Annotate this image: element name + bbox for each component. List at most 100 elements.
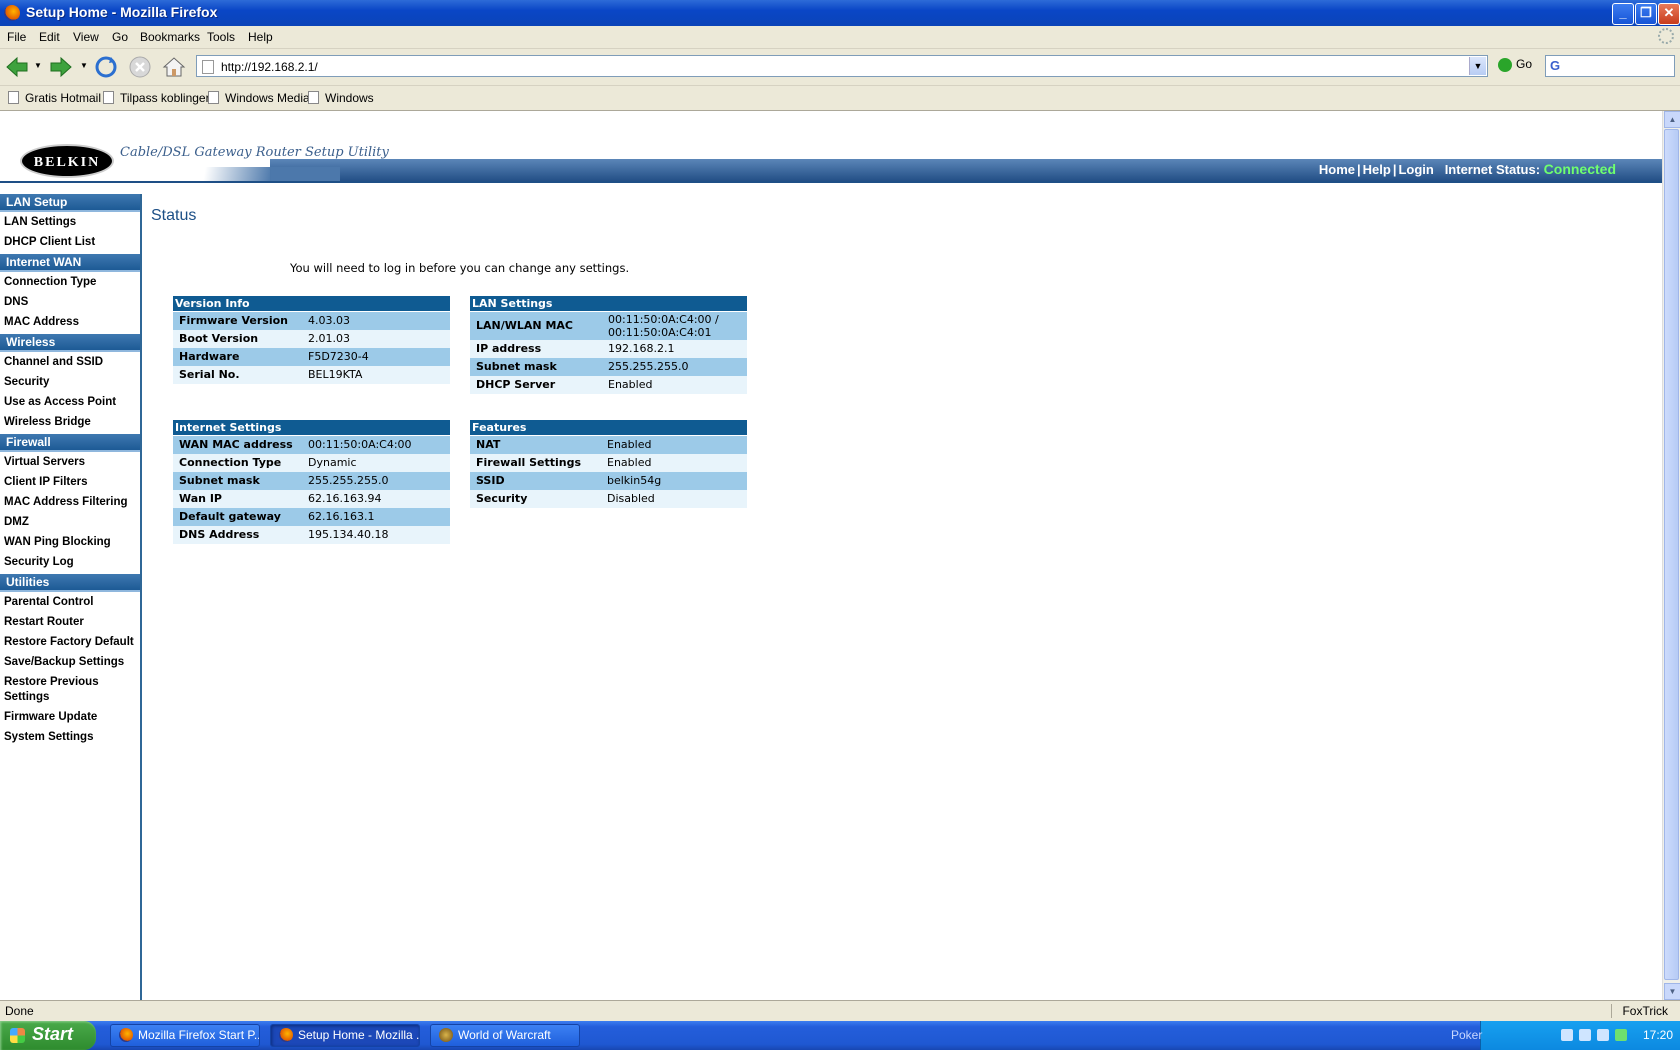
bookmark-tilpass-koblinger[interactable]: Tilpass koblinger [103,91,210,105]
features-title: Features [470,420,747,436]
forward-dropdown-icon[interactable]: ▼ [80,61,88,70]
tray-network-icon[interactable] [1561,1029,1573,1041]
bookmark-icon [8,91,19,104]
sidebar-item-use-as-access-point[interactable]: Use as Access Point [0,392,140,412]
page-title: Status [151,207,197,224]
tray-wireless-icon[interactable] [1615,1029,1627,1041]
sidebar-section-wireless: Wireless [0,334,140,352]
sidebar-item-mac-address[interactable]: MAC Address [0,312,140,332]
start-button[interactable]: Start [0,1021,96,1050]
foxtrick-status[interactable]: FoxTrick [1611,1004,1668,1018]
sidebar-item-dns[interactable]: DNS [0,292,140,312]
menu-bookmarks[interactable]: Bookmarks [140,30,200,44]
address-bar[interactable]: ▼ [196,55,1488,77]
page-icon [202,60,214,74]
menu-bar: File Edit View Go Bookmarks Tools Help [0,26,1680,49]
internet-status-value: Connected [1543,161,1616,177]
menu-edit[interactable]: Edit [39,30,60,44]
firefox-icon [279,1028,293,1042]
menu-tools[interactable]: Tools [207,30,235,44]
back-dropdown-icon[interactable]: ▼ [34,61,42,70]
bookmarks-toolbar: Gratis Hotmail Tilpass koblinger Windows… [0,86,1680,111]
scroll-down-icon[interactable]: ▼ [1664,983,1680,1000]
bookmark-windows[interactable]: Windows [308,91,374,105]
tray-volume-icon[interactable] [1579,1029,1591,1041]
sidebar-item-connection-type[interactable]: Connection Type [0,272,140,292]
sidebar-item-restore-previous-settings[interactable]: Restore Previous Settings [0,672,140,707]
home-icon[interactable] [161,54,187,80]
forward-icon[interactable] [48,54,74,80]
home-link[interactable]: Home [1319,162,1355,177]
url-dropdown-icon[interactable]: ▼ [1469,57,1486,75]
bookmark-icon [208,91,219,104]
status-text: Done [5,1004,34,1018]
task-world-of-warcraft[interactable]: World of Warcraft [430,1024,580,1047]
login-link[interactable]: Login [1398,162,1433,177]
sidebar-item-virtual-servers[interactable]: Virtual Servers [0,452,140,472]
utility-subtitle: Cable/DSL Gateway Router Setup Utility [120,145,389,160]
sidebar-item-wan-ping-blocking[interactable]: WAN Ping Blocking [0,532,140,552]
url-input[interactable] [219,58,1453,76]
google-icon: G [1550,58,1561,73]
tray-bluetooth-icon[interactable] [1597,1029,1609,1041]
sidebar-item-save-backup-settings[interactable]: Save/Backup Settings [0,652,140,672]
sidebar-item-mac-address-filtering[interactable]: MAC Address Filtering [0,492,140,512]
internet-settings-table: Internet Settings WAN MAC address 00:11:5… [173,420,450,544]
search-box[interactable]: G [1545,55,1675,77]
sidebar-item-lan-settings[interactable]: LAN Settings [0,212,140,232]
bookmark-windows-media[interactable]: Windows Media [208,91,310,105]
back-icon[interactable] [4,54,30,80]
sidebar-item-restore-factory-default[interactable]: Restore Factory Default [0,632,140,652]
sidebar-item-channel-and-ssid[interactable]: Channel and SSID [0,352,140,372]
windows-flag-icon [10,1028,25,1043]
window-titlebar: Setup Home - Mozilla Firefox _ ❐ ✕ [0,0,1680,26]
menu-help[interactable]: Help [248,30,273,44]
go-icon [1498,57,1512,72]
sidebar-item-security[interactable]: Security [0,372,140,392]
menu-go[interactable]: Go [112,30,128,44]
sidebar-section-firewall: Firewall [0,434,140,452]
navigation-toolbar: ▼ ▼ ▼ Go G [0,49,1680,86]
go-button[interactable]: Go [1498,57,1532,77]
sidebar-section-utilities: Utilities [0,574,140,592]
help-link[interactable]: Help [1363,162,1391,177]
sidebar-item-dhcp-client-list[interactable]: DHCP Client List [0,232,140,252]
stop-icon[interactable] [127,54,153,80]
system-tray: Poker 17:20 [1451,1021,1680,1050]
sidebar-nav: LAN Setup LAN Settings DHCP Client List … [0,194,142,1000]
version-info-table: Version Info Firmware Version 4.03.03 Boo… [173,296,450,384]
bookmark-icon [103,91,114,104]
throbber-icon [1658,28,1674,44]
page-content: BELKIN Cable/DSL Gateway Router Setup Ut… [0,111,1662,1000]
bookmark-gratis-hotmail[interactable]: Gratis Hotmail [8,91,101,105]
sidebar-item-restart-router[interactable]: Restart Router [0,612,140,632]
lan-settings-title: LAN Settings [470,296,747,312]
menu-view[interactable]: View [73,30,99,44]
firefox-icon [119,1028,133,1042]
tray-poker-label[interactable]: Poker [1451,1028,1482,1042]
sidebar-item-wireless-bridge[interactable]: Wireless Bridge [0,412,140,432]
reload-icon[interactable] [93,54,119,80]
task-setup-home[interactable]: Setup Home - Mozilla ... [270,1024,420,1047]
sidebar-section-internet-wan: Internet WAN [0,254,140,272]
task-firefox-start-page[interactable]: Mozilla Firefox Start P... [110,1024,260,1047]
sidebar-item-parental-control[interactable]: Parental Control [0,592,140,612]
restore-button[interactable]: ❐ [1635,3,1657,25]
menu-file[interactable]: File [7,30,26,44]
version-info-title: Version Info [173,296,450,312]
close-button[interactable]: ✕ [1658,3,1680,25]
header-swoosh [0,167,340,181]
sidebar-item-dmz[interactable]: DMZ [0,512,140,532]
lan-settings-table: LAN Settings LAN/WLAN MAC 00:11:50:0A:C4:… [470,296,747,394]
scroll-up-icon[interactable]: ▲ [1664,111,1680,128]
sidebar-item-client-ip-filters[interactable]: Client IP Filters [0,472,140,492]
header-links: Home | Help | Login Internet Status: Connect… [1318,161,1616,177]
sidebar-item-firmware-update[interactable]: Firmware Update [0,707,140,727]
vertical-scrollbar[interactable]: ▲ ▼ [1662,111,1680,1000]
sidebar-item-security-log[interactable]: Security Log [0,552,140,572]
minimize-button[interactable]: _ [1612,3,1634,25]
login-notice: You will need to log in before you can c… [290,261,630,275]
scroll-thumb[interactable] [1664,129,1679,980]
header-divider [0,181,1662,183]
sidebar-item-system-settings[interactable]: System Settings [0,727,140,747]
